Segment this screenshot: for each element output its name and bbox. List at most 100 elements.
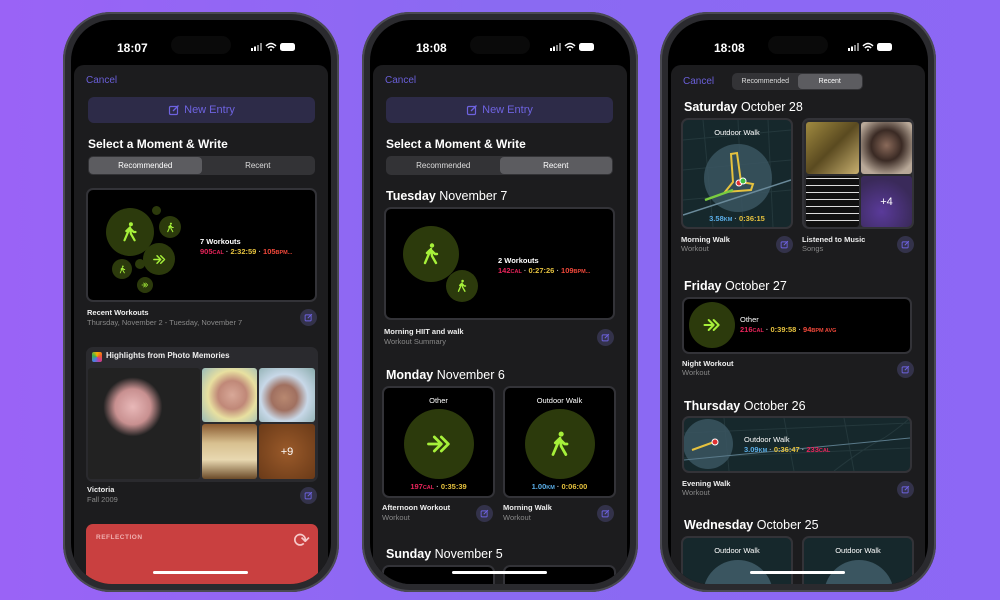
edit-button[interactable] (897, 481, 914, 498)
memory-photo[interactable] (202, 368, 257, 422)
journal-sheet: Cancel Recommended Recent Saturday Octob… (671, 65, 925, 584)
new-entry-label: New Entry (184, 104, 235, 116)
status-icons (848, 42, 894, 52)
compose-icon (601, 333, 610, 342)
workout-type: Outdoor Walk (714, 128, 760, 137)
memory-photo[interactable] (202, 424, 257, 479)
day-header: Thursday October 26 (684, 399, 806, 413)
outdoor-walk-map-card[interactable]: Outdoor Walk 3.58KM · 0:36:15 (681, 118, 793, 229)
edit-button[interactable] (597, 329, 614, 346)
card-title: Morning HIIT and walk (384, 327, 464, 336)
new-entry-button[interactable]: New Entry (386, 97, 613, 123)
more-songs[interactable]: +4 (861, 176, 912, 227)
card-subtitle: Thursday, November 2 - Tuesday, November… (87, 318, 243, 327)
edit-button[interactable] (300, 487, 317, 504)
compose-icon (780, 240, 789, 249)
card-title: Recent Workouts (87, 308, 149, 317)
new-entry-label: New Entry (482, 104, 533, 116)
section-title: Select a Moment & Write (88, 137, 228, 151)
workout-card[interactable]: Other 216CAL · 0:39:58 · 94BPM AVG (682, 297, 912, 354)
photo-memories-header: Highlights from Photo Memories (106, 351, 230, 360)
edit-button[interactable] (597, 505, 614, 522)
edit-button[interactable] (776, 236, 793, 253)
compose-icon (601, 509, 610, 518)
walking-icon (546, 430, 574, 458)
walking-icon (119, 221, 141, 243)
album-art[interactable] (861, 122, 912, 174)
journal-sheet: Cancel New Entry Select a Moment & Write… (373, 65, 627, 584)
card-title: Morning Walk (681, 235, 730, 244)
compose-icon (466, 104, 478, 116)
music-card[interactable]: +4 (802, 118, 914, 229)
card-subtitle: Workout (682, 368, 710, 377)
refresh-icon[interactable]: ⟳ (293, 528, 310, 553)
new-entry-button[interactable]: New Entry (88, 97, 315, 123)
edit-button[interactable] (476, 505, 493, 522)
tab-recent[interactable]: Recent (797, 74, 862, 89)
card-subtitle: Workout (682, 488, 710, 497)
phone-recent: 18:08 Cancel New Entry Select a Moment &… (362, 12, 638, 592)
cancel-button[interactable]: Cancel (683, 76, 714, 87)
phone-recent-scrolled: 18:08 Cancel Recommended Recent Saturday… (660, 12, 936, 592)
workout-card[interactable]: Outdoor Walk 1.00KM · 0:06:00 (503, 386, 616, 498)
status-icons (550, 42, 596, 52)
segmented-control: Recommended Recent (386, 156, 613, 175)
recent-workouts-card[interactable]: 7 Workouts 905CAL · 2:32:59 · 105BPM... (86, 188, 317, 302)
outdoor-walk-map-card[interactable]: Outdoor Walk 3.09KM · 0:36:47 · 233CAL (682, 416, 912, 473)
workout-card[interactable]: Other 197CAL · 0:35:39 (382, 386, 495, 498)
other-workout-icon (425, 430, 453, 458)
album-art[interactable] (806, 176, 859, 227)
workout-stats: 142CAL · 0:27:26 · 109BPM... (498, 266, 591, 275)
reflection-label: REFLECTION (96, 534, 143, 541)
workout-ring (112, 259, 132, 279)
segmented-control: Recommended Recent (732, 73, 863, 90)
photos-app-icon (92, 352, 102, 362)
day-header: Friday October 27 (684, 279, 787, 293)
tab-recommended[interactable]: Recommended (387, 157, 500, 174)
card-title: Listened to Music (802, 235, 866, 244)
card-subtitle: Workout (681, 244, 709, 253)
workout-ring (446, 270, 478, 302)
outdoor-walk-map-card[interactable]: Outdoor Walk (802, 536, 914, 584)
edit-button[interactable] (897, 236, 914, 253)
workout-type: Outdoor Walk (714, 546, 760, 555)
edit-button[interactable] (300, 309, 317, 326)
workout-card[interactable] (503, 565, 616, 584)
card-title: Victoria (87, 485, 115, 494)
dynamic-island (470, 36, 530, 54)
reflection-card[interactable]: REFLECTION ⟳ (86, 524, 318, 584)
workout-stats: 1.00KM · 0:06:00 (531, 482, 588, 491)
workout-type: Outdoor Walk (536, 396, 583, 405)
memory-photo[interactable] (88, 368, 200, 479)
card-subtitle: Workout (382, 513, 410, 522)
memory-photo[interactable] (259, 368, 315, 422)
workout-summary-card[interactable]: 2 Workouts 142CAL · 0:27:26 · 109BPM... (384, 207, 615, 320)
cancel-button[interactable]: Cancel (86, 75, 117, 86)
card-subtitle: Workout Summary (384, 337, 446, 346)
workout-ring (525, 409, 595, 479)
tab-recommended[interactable]: Recommended (89, 157, 202, 174)
day-header: Wednesday October 25 (684, 518, 819, 532)
cancel-button[interactable]: Cancel (385, 75, 416, 86)
tab-recommended[interactable]: Recommended (733, 74, 798, 89)
segmented-control: Recommended Recent (88, 156, 315, 175)
tab-recent[interactable]: Recent (202, 157, 315, 174)
walking-icon (165, 222, 176, 233)
status-time: 18:08 (714, 41, 745, 55)
outdoor-walk-map-card[interactable]: Outdoor Walk (681, 536, 793, 584)
hiit-icon (118, 265, 127, 274)
home-indicator (153, 571, 248, 574)
status-time: 18:07 (117, 41, 148, 55)
tab-recent[interactable]: Recent (499, 157, 612, 174)
workout-card[interactable] (382, 565, 495, 584)
more-photos[interactable]: +9 (259, 424, 315, 479)
workout-stats: 905CAL · 2:32:59 · 105BPM... (200, 247, 293, 256)
edit-button[interactable] (897, 361, 914, 378)
card-title: Evening Walk (682, 479, 731, 488)
status-time: 18:08 (416, 41, 447, 55)
hiit-icon (455, 279, 469, 293)
photo-memories-card[interactable]: Highlights from Photo Memories +9 (86, 347, 318, 482)
workout-type: Outdoor Walk (744, 435, 790, 444)
workout-type: Other (429, 396, 448, 405)
album-art[interactable] (806, 122, 859, 174)
